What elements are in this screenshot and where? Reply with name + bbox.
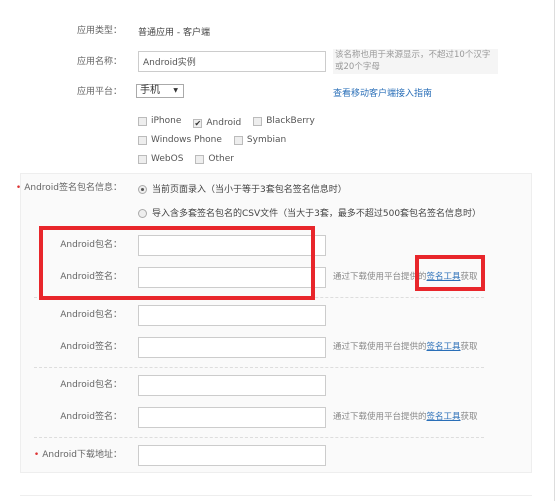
checkbox-iphone[interactable]: iPhone	[138, 116, 181, 126]
checkbox-symbian[interactable]: Symbian	[233, 135, 287, 145]
app-type-label: 应用类型：	[76, 26, 122, 36]
hint-text: 获取	[460, 412, 478, 422]
checkbox-other[interactable]: Other	[195, 154, 234, 164]
bottom-divider	[20, 495, 532, 496]
checkbox-icon	[253, 116, 263, 126]
checkbox-label: WebOS	[151, 154, 184, 164]
package-name-input-2[interactable]	[138, 305, 326, 326]
highlight-box-inputs	[39, 226, 315, 300]
sign-info-label: • Android签名包名信息：	[15, 183, 122, 193]
highlight-box-tool-link	[415, 255, 485, 291]
signature-hint: 通过下载使用平台提供的签名工具获取	[333, 411, 478, 423]
checkbox-label: iPhone	[151, 116, 182, 126]
checkmark-icon: ✔	[193, 118, 203, 128]
checkbox-android[interactable]: ✔ Android	[193, 118, 241, 128]
divider	[34, 437, 484, 438]
platform-select[interactable]: 手机 ▼	[136, 84, 184, 98]
radio-selected-icon	[138, 185, 147, 194]
signature-label: Android签名：	[60, 342, 122, 352]
checkbox-icon	[233, 135, 243, 145]
checkbox-label: BlackBerry	[266, 116, 315, 126]
app-name-input[interactable]	[138, 51, 326, 72]
app-name-hint: 该名称也用于来源显示，不超过10个汉字或20个字母	[333, 49, 498, 74]
checkbox-icon	[138, 154, 147, 164]
radio-label: 导入含多套签名包名的CSV文件（当大于3套，最多不超过500套包名签名信息时）	[152, 209, 482, 219]
checkbox-label: Symbian	[246, 135, 287, 145]
hint-text: 获取	[460, 342, 478, 352]
sign-info-label-text: Android签名包名信息：	[24, 183, 122, 193]
checkbox-label: Other	[208, 154, 234, 164]
hint-text: 通过下载使用平台提供的	[333, 342, 427, 352]
download-url-label-text: Android下载地址：	[42, 450, 122, 460]
checkbox-webos[interactable]: WebOS	[138, 154, 183, 164]
signature-input-2[interactable]	[138, 337, 326, 358]
checkbox-label: Android	[206, 118, 242, 128]
app-type-value: 普通应用 - 客户端	[138, 28, 210, 38]
checkbox-icon	[138, 135, 147, 145]
platform-select-value: 手机	[140, 85, 160, 96]
checkbox-icon	[195, 154, 205, 164]
signature-tool-link[interactable]: 签名工具	[427, 412, 461, 422]
signature-label: Android签名：	[60, 412, 122, 422]
signature-tool-link[interactable]: 签名工具	[427, 342, 461, 352]
download-url-label: • Android下载地址：	[33, 450, 122, 460]
right-border	[554, 0, 555, 501]
radio-csv-import[interactable]: 导入含多套签名包名的CSV文件（当大于3套，最多不超过500套包名签名信息时）	[138, 206, 481, 219]
app-name-label: 应用名称：	[76, 57, 122, 67]
checkbox-label: Windows Phone	[151, 135, 222, 145]
package-name-label: Android包名：	[60, 310, 122, 320]
package-name-input-3[interactable]	[138, 375, 326, 396]
radio-current-page[interactable]: 当前页面录入（当小于等于3套包名签名信息时）	[138, 182, 347, 195]
guide-link[interactable]: 查看移动客户端接入指南	[333, 86, 432, 99]
platform-checkboxes: iPhone ✔ Android BlackBerry Windows Phone Sy…	[138, 116, 327, 173]
hint-text: 通过下载使用平台提供的	[333, 272, 427, 282]
download-url-input[interactable]	[138, 445, 326, 466]
radio-icon	[138, 209, 147, 218]
checkbox-blackberry[interactable]: BlackBerry	[253, 116, 315, 126]
checkbox-icon	[138, 116, 147, 126]
chevron-down-icon: ▼	[173, 87, 178, 94]
signature-hint: 通过下载使用平台提供的签名工具获取	[333, 341, 478, 353]
radio-label: 当前页面录入（当小于等于3套包名签名信息时）	[152, 185, 347, 195]
package-name-label: Android包名：	[60, 380, 122, 390]
hint-text: 通过下载使用平台提供的	[333, 412, 427, 422]
divider	[34, 367, 484, 368]
checkbox-windows-phone[interactable]: Windows Phone	[138, 135, 222, 145]
platform-label: 应用平台：	[76, 87, 122, 97]
signature-input-3[interactable]	[138, 407, 326, 428]
